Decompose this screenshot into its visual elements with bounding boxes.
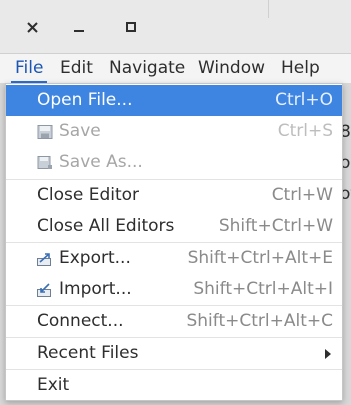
- menu-item-save[interactable]: Save Ctrl+S: [6, 116, 342, 147]
- menu-item-shortcut: Ctrl+O: [275, 90, 333, 110]
- menu-item-import[interactable]: Import... Shift+Ctrl+Alt+I: [6, 274, 342, 305]
- menu-item-open-file[interactable]: Open File... Ctrl+O: [6, 85, 342, 116]
- import-icon: [37, 283, 51, 297]
- minimize-icon: [74, 30, 84, 32]
- menu-item-shortcut: Shift+Ctrl+Alt+I: [193, 279, 333, 299]
- titlebar-divider: [268, 0, 269, 18]
- app-window: File Edit Navigate Window Help 8 ol ot O…: [0, 0, 351, 405]
- menu-item-label: Close Editor: [37, 185, 140, 205]
- save-icon: [37, 125, 53, 139]
- title-bar: [0, 0, 351, 54]
- menu-file[interactable]: File: [10, 54, 48, 84]
- menu-item-save-as[interactable]: Save As...: [6, 147, 342, 178]
- minimize-window-button[interactable]: [66, 14, 92, 40]
- submenu-arrow-icon: [325, 349, 331, 359]
- file-menu-dropdown: Open File... Ctrl+O Save Ctrl+S Save As.…: [5, 83, 343, 401]
- menu-item-close-all-editors[interactable]: Close All Editors Shift+Ctrl+W: [6, 211, 342, 242]
- menu-item-label: Close All Editors: [37, 216, 175, 236]
- menu-item-label: Save: [59, 121, 101, 141]
- menu-item-label: Open File...: [37, 90, 133, 110]
- menu-item-recent-files[interactable]: Recent Files: [6, 338, 342, 369]
- menu-item-exit[interactable]: Exit: [6, 370, 342, 401]
- menu-item-label: Connect...: [37, 311, 124, 331]
- maximize-window-button[interactable]: [118, 14, 144, 40]
- maximize-icon: [126, 22, 136, 32]
- menu-item-shortcut: Shift+Ctrl+W: [218, 216, 333, 236]
- close-icon: [26, 21, 38, 33]
- menu-window[interactable]: Window: [198, 54, 265, 83]
- menu-item-close-editor[interactable]: Close Editor Ctrl+W: [6, 180, 342, 211]
- menu-item-label: Exit: [37, 375, 70, 395]
- menu-item-connect[interactable]: Connect... Shift+Ctrl+Alt+C: [6, 306, 342, 337]
- close-window-button[interactable]: [19, 14, 45, 40]
- menu-item-label: Recent Files: [37, 343, 139, 363]
- menu-item-label: Save As...: [59, 152, 143, 172]
- menu-edit[interactable]: Edit: [60, 54, 93, 83]
- export-icon: [37, 253, 51, 266]
- menu-item-label: Import...: [59, 279, 132, 299]
- menu-item-export[interactable]: Export... Shift+Ctrl+Alt+E: [6, 243, 342, 274]
- menu-item-shortcut: Ctrl+W: [271, 185, 333, 205]
- menu-bar: File Edit Navigate Window Help: [0, 54, 351, 84]
- menu-item-shortcut: Shift+Ctrl+Alt+C: [186, 311, 333, 331]
- menu-item-shortcut: Ctrl+S: [277, 121, 333, 141]
- menu-navigate[interactable]: Navigate: [109, 54, 185, 83]
- save-as-icon: [37, 156, 52, 169]
- menu-item-label: Export...: [59, 248, 131, 268]
- menu-item-shortcut: Shift+Ctrl+Alt+E: [187, 248, 333, 268]
- menu-help[interactable]: Help: [281, 54, 320, 83]
